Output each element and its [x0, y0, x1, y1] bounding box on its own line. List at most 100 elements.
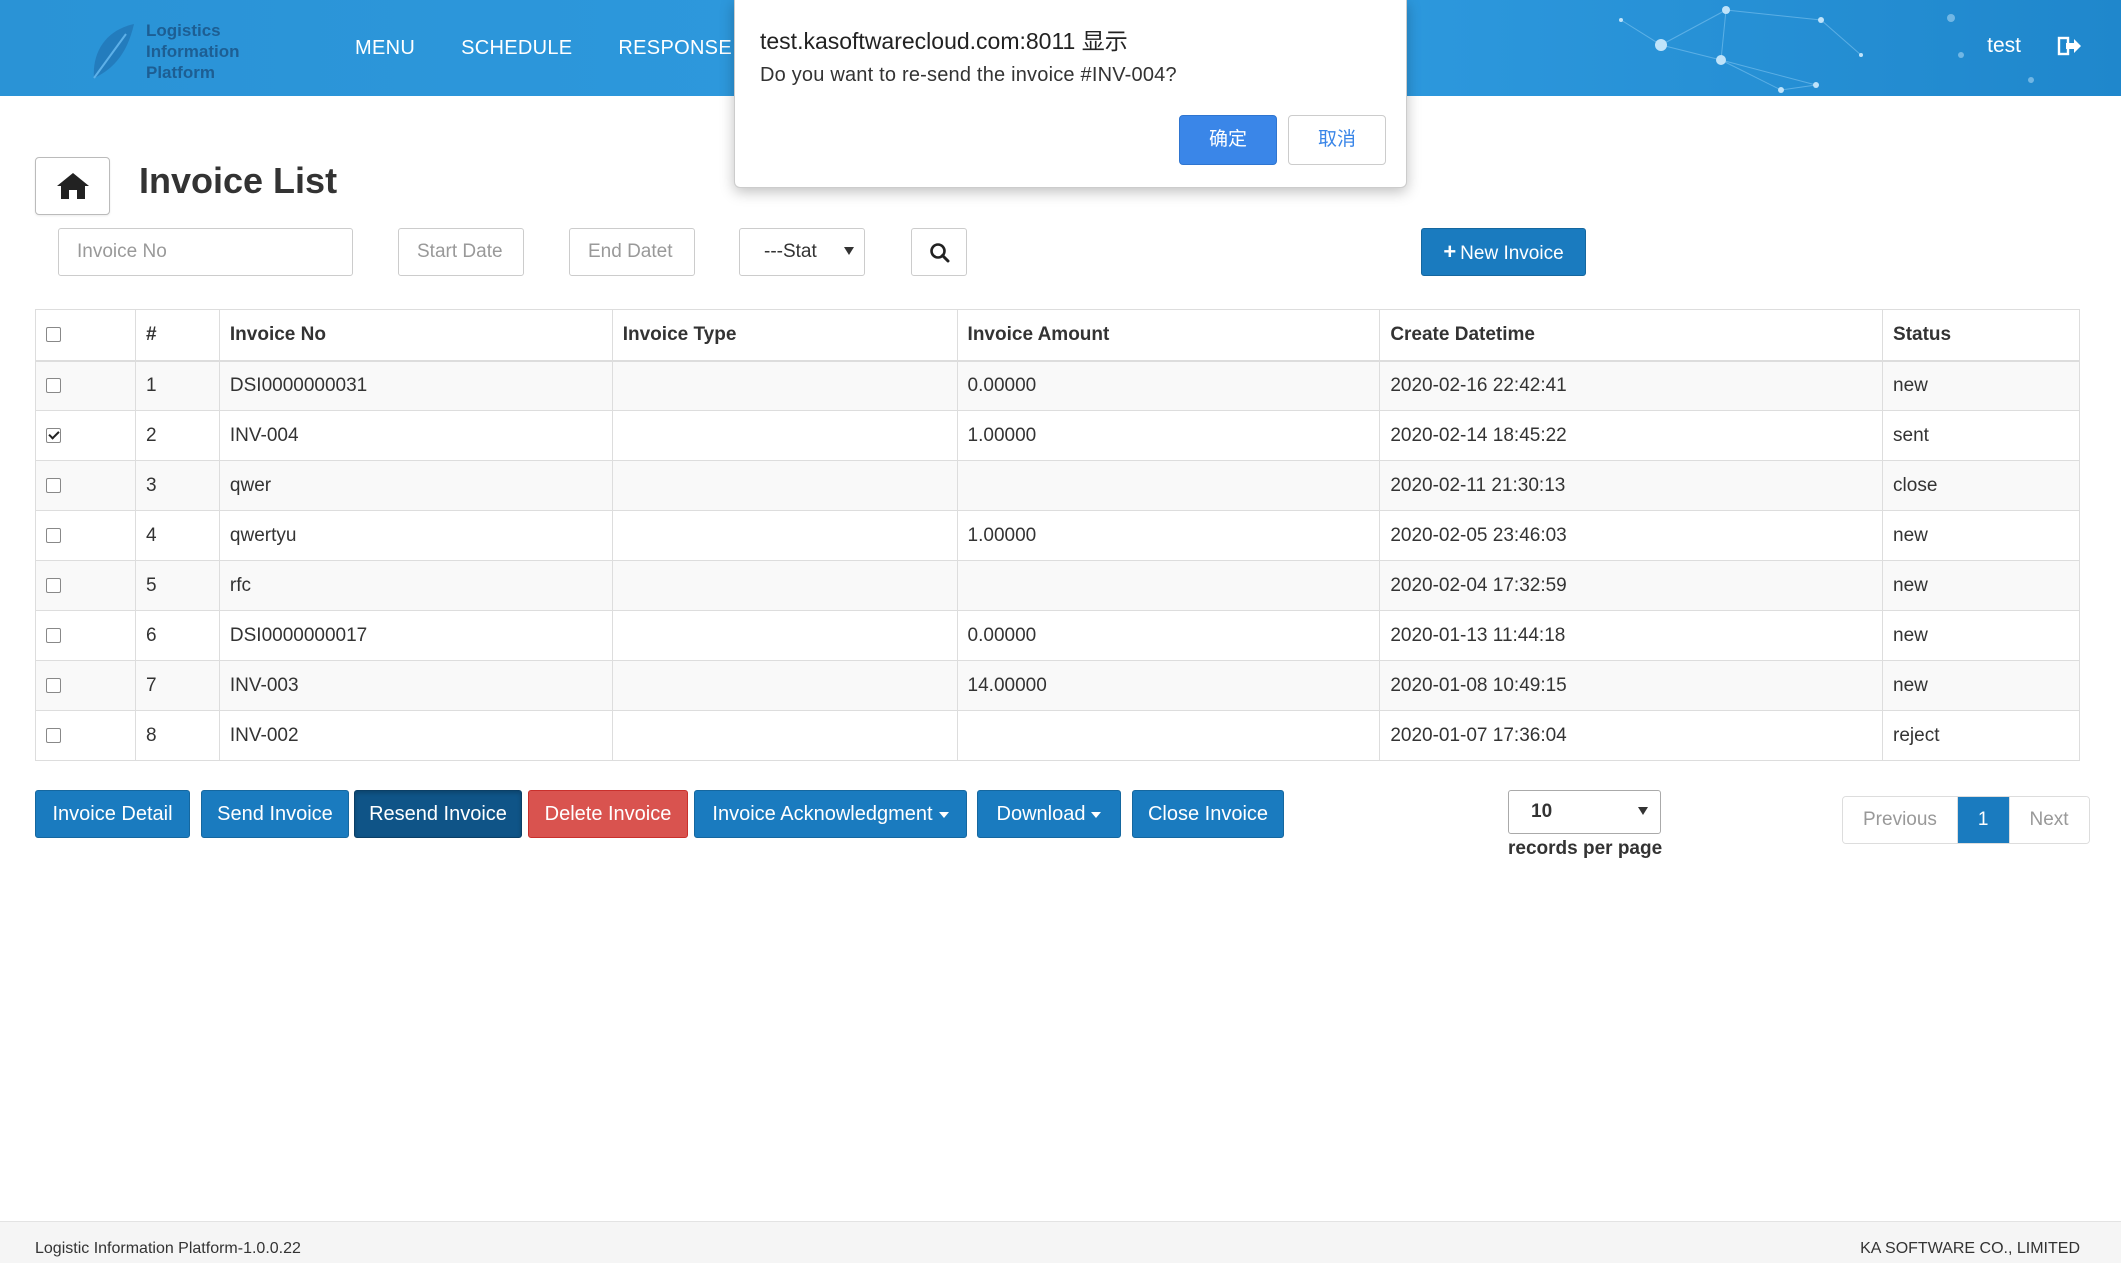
table-row[interactable]: 2 INV-004 1.00000 2020-02-14 18:45:22 se… — [35, 410, 2080, 461]
row-num: 2 — [134, 410, 220, 461]
row-invoice-no: qwer — [218, 460, 613, 511]
row-checkbox[interactable] — [46, 377, 61, 393]
row-checkbox[interactable] — [46, 477, 61, 493]
status-select[interactable]: ---Stat — [739, 228, 865, 276]
logo[interactable]: Logistics Information Platform — [88, 18, 268, 84]
row-invoice-amount: 1.00000 — [956, 510, 1381, 561]
row-checkbox[interactable] — [46, 677, 61, 693]
leaf-icon — [93, 24, 134, 79]
row-invoice-no: qwertyu — [218, 510, 613, 561]
row-num: 6 — [134, 610, 220, 661]
sign-out-icon[interactable] — [2057, 34, 2083, 58]
invoice-table: # Invoice No Invoice Type Invoice Amount… — [35, 309, 2080, 761]
dialog-ok-button[interactable]: 确定 — [1179, 115, 1277, 165]
new-invoice-button[interactable]: + New Invoice — [1421, 228, 1586, 276]
row-invoice-type — [611, 510, 958, 561]
resend-invoice-button[interactable]: Resend Invoice — [354, 790, 522, 838]
invoice-acknowledgment-dropdown[interactable]: Invoice Acknowledgment — [694, 790, 967, 838]
row-status: new — [1882, 610, 2080, 661]
confirm-dialog: test.kasoftwarecloud.com:8011 显示 Do you … — [734, 0, 1407, 188]
row-create-datetime: 2020-01-13 11:44:18 — [1379, 610, 1884, 661]
column-header-invoice-type[interactable]: Invoice Type — [611, 309, 958, 362]
row-status: new — [1882, 660, 2080, 711]
invoice-detail-button[interactable]: Invoice Detail — [35, 790, 190, 838]
close-invoice-button[interactable]: Close Invoice — [1132, 790, 1284, 838]
nav-response[interactable]: RESPONSE — [618, 37, 732, 60]
delete-invoice-button[interactable]: Delete Invoice — [528, 790, 688, 838]
search-icon — [930, 243, 950, 263]
row-create-datetime: 2020-02-11 21:30:13 — [1379, 460, 1884, 511]
invoice-no-input[interactable]: Invoice No — [58, 228, 353, 276]
row-create-datetime: 2020-02-14 18:45:22 — [1379, 410, 1884, 461]
row-invoice-amount — [956, 710, 1381, 761]
row-invoice-amount — [956, 460, 1381, 511]
row-invoice-amount — [956, 560, 1381, 611]
dialog-title: test.kasoftwarecloud.com:8011 显示 — [760, 28, 1128, 54]
logo-text: Logistics Information Platform — [146, 21, 240, 82]
plus-icon: + — [1443, 239, 1457, 264]
send-invoice-button[interactable]: Send Invoice — [201, 790, 349, 838]
dropdown-arrow-icon — [1638, 807, 1648, 815]
footer-version: Logistic Information Platform-1.0.0.22 — [35, 1240, 301, 1257]
table-row[interactable]: 3 qwer 2020-02-11 21:30:13 close — [35, 460, 2080, 511]
column-header-create-datetime[interactable]: Create Datetime — [1379, 309, 1884, 362]
row-checkbox[interactable] — [46, 427, 61, 443]
column-header-num[interactable]: # — [134, 309, 220, 362]
table-row[interactable]: 1 DSI0000000031 0.00000 2020-02-16 22:42… — [35, 360, 2080, 411]
column-header-status[interactable]: Status — [1882, 309, 2080, 362]
row-num: 1 — [134, 360, 220, 411]
download-label: Download — [996, 803, 1086, 825]
status-select-value: ---Stat — [764, 241, 817, 262]
row-num: 3 — [134, 460, 220, 511]
nav-menu[interactable]: MENU — [355, 37, 415, 60]
row-num: 7 — [134, 660, 220, 711]
row-invoice-no: rfc — [218, 560, 613, 611]
next-page-button[interactable]: Next — [2008, 797, 2089, 843]
end-date-input[interactable]: End Datet — [569, 228, 695, 276]
row-checkbox[interactable] — [46, 727, 61, 743]
row-checkbox[interactable] — [46, 577, 61, 593]
row-status: new — [1882, 360, 2080, 411]
row-checkbox[interactable] — [46, 627, 61, 643]
row-invoice-no: DSI0000000017 — [218, 610, 613, 661]
column-header-invoice-no[interactable]: Invoice No — [218, 309, 613, 362]
previous-page-button[interactable]: Previous — [1843, 797, 1958, 843]
search-button[interactable] — [911, 228, 967, 276]
footer-company: KA SOFTWARE CO., LIMITED — [1860, 1240, 2080, 1257]
home-button[interactable] — [35, 157, 110, 215]
table-row[interactable]: 6 DSI0000000017 0.00000 2020-01-13 11:44… — [35, 610, 2080, 661]
row-create-datetime: 2020-01-08 10:49:15 — [1379, 660, 1884, 711]
dropdown-arrow-icon — [844, 247, 854, 255]
row-invoice-amount: 14.00000 — [956, 660, 1381, 711]
row-invoice-no: INV-004 — [218, 410, 613, 461]
row-invoice-no: DSI0000000031 — [218, 360, 613, 411]
row-status: new — [1882, 510, 2080, 561]
page-1-button[interactable]: 1 — [1957, 797, 2009, 843]
footer: Logistic Information Platform-1.0.0.22 K… — [0, 1221, 2121, 1263]
table-row[interactable]: 4 qwertyu 1.00000 2020-02-05 23:46:03 ne… — [35, 510, 2080, 561]
column-header-invoice-amount[interactable]: Invoice Amount — [956, 309, 1381, 362]
table-row[interactable]: 7 INV-003 14.00000 2020-01-08 10:49:15 n… — [35, 660, 2080, 711]
row-invoice-no: INV-003 — [218, 660, 613, 711]
row-num: 5 — [134, 560, 220, 611]
nav-schedule[interactable]: SCHEDULE — [461, 37, 572, 60]
caret-down-icon — [1091, 811, 1102, 818]
row-invoice-type — [611, 410, 958, 461]
main-nav: MENU SCHEDULE RESPONSE — [355, 0, 732, 96]
row-status: reject — [1882, 710, 2080, 761]
table-row[interactable]: 5 rfc 2020-02-04 17:32:59 new — [35, 560, 2080, 611]
dialog-cancel-button[interactable]: 取消 — [1288, 115, 1386, 165]
row-create-datetime: 2020-02-16 22:42:41 — [1379, 360, 1884, 411]
user-name[interactable]: test — [1987, 34, 2021, 58]
table-row[interactable]: 8 INV-002 2020-01-07 17:36:04 reject — [35, 710, 2080, 761]
row-invoice-type — [611, 460, 958, 511]
new-invoice-label: New Invoice — [1460, 243, 1564, 264]
download-dropdown[interactable]: Download — [977, 790, 1121, 838]
start-date-input[interactable]: Start Date — [398, 228, 524, 276]
row-invoice-no: INV-002 — [218, 710, 613, 761]
select-all-checkbox[interactable] — [46, 326, 61, 342]
row-invoice-type — [611, 660, 958, 711]
row-create-datetime: 2020-02-04 17:32:59 — [1379, 560, 1884, 611]
records-per-page-select[interactable]: 10 — [1508, 790, 1661, 834]
row-checkbox[interactable] — [46, 527, 61, 543]
